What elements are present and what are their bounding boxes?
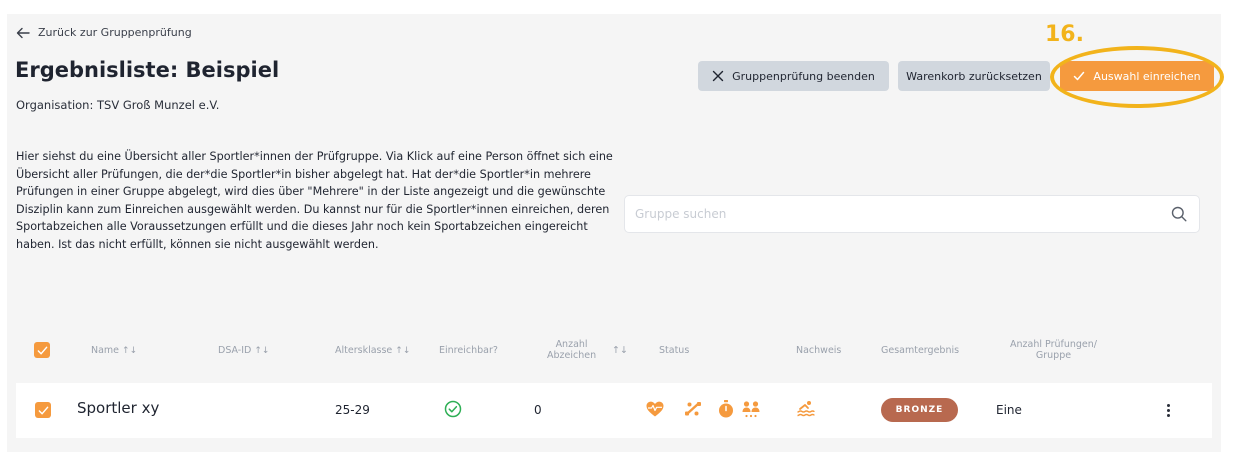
column-header-name[interactable]: Name ↑↓ — [91, 345, 137, 356]
submit-selection-button[interactable]: Auswahl einreichen — [1060, 61, 1214, 91]
check-icon — [37, 346, 47, 354]
column-anzahl-line2: Abzeichen — [547, 350, 597, 361]
column-pruefungen-line2: Gruppe — [1035, 350, 1072, 361]
column-anzahl-line1: Anzahl — [555, 339, 588, 350]
submit-selection-label: Auswahl einreichen — [1093, 69, 1201, 83]
athlete-anzahl-abzeichen: 0 — [534, 403, 542, 417]
swimming-icon — [797, 401, 815, 417]
dot — [1166, 408, 1170, 412]
athlete-altersklasse: 25-29 — [335, 403, 370, 417]
column-header-nachweis: Nachweis — [796, 345, 842, 356]
table-row[interactable] — [16, 383, 1212, 438]
page-title: Ergebnisliste: Beispiel — [15, 58, 280, 82]
check-icon — [1074, 71, 1085, 81]
column-header-gesamtergebnis: Gesamtergebnis — [881, 345, 960, 356]
select-all-checkbox[interactable] — [34, 342, 50, 358]
search-icon[interactable] — [1171, 206, 1187, 222]
column-header-status: Status — [659, 345, 690, 356]
column-pruefungen-line1: Anzahl Prüfungen/ — [1010, 339, 1097, 350]
sort-icon: ↑↓ — [254, 346, 270, 356]
stopwatch-icon — [719, 400, 733, 418]
sort-icon: ↑↓ — [122, 346, 138, 356]
column-header-anzahl[interactable]: Anzahl Abzeichen — [547, 339, 596, 361]
heart-pulse-icon — [646, 401, 664, 417]
sort-icon: ↑↓ — [395, 346, 411, 356]
dot — [1166, 403, 1170, 407]
arrow-left-icon — [16, 27, 30, 38]
column-einreichbar-label: Einreichbar? — [439, 345, 498, 356]
sort-icon[interactable]: ↑↓ — [612, 345, 628, 356]
organisation-label: Organisation: TSV Groß Munzel e.V. — [16, 98, 220, 112]
athlete-name[interactable]: Sportler xy — [77, 399, 159, 417]
check-circle-icon — [444, 400, 462, 418]
column-dsa-id-label: DSA-ID — [218, 345, 252, 356]
back-link[interactable]: Zurück zur Gruppenprüfung — [16, 26, 192, 39]
athlete-anzahl-pruefungen: Eine — [996, 403, 1022, 417]
group-search-input[interactable] — [635, 196, 1155, 232]
column-altersklasse-label: Altersklasse — [335, 345, 393, 356]
row-menu-icon[interactable] — [1163, 400, 1173, 420]
column-header-altersklasse[interactable]: Altersklasse ↑↓ — [335, 345, 410, 356]
step-annotation: 16. — [1045, 22, 1084, 47]
reset-cart-button[interactable]: Warenkorb zurücksetzen — [898, 61, 1050, 91]
dot — [1166, 413, 1170, 417]
column-name-label: Name — [91, 345, 120, 356]
search-box — [624, 195, 1200, 233]
description-text: Hier siehst du eine Übersicht aller Spor… — [16, 150, 613, 251]
column-header-anzahl-pruefungen: Anzahl Prüfungen/ Gruppe — [1010, 339, 1097, 361]
result-badge: BRONZE — [881, 398, 958, 422]
coordination-icon — [742, 401, 760, 418]
check-icon — [38, 406, 48, 414]
column-header-dsa-id[interactable]: DSA-ID ↑↓ — [218, 345, 269, 356]
end-group-test-label: Gruppenprüfung beenden — [732, 69, 875, 83]
end-group-test-button[interactable]: Gruppenprüfung beenden — [698, 61, 889, 91]
reset-cart-label: Warenkorb zurücksetzen — [906, 69, 1042, 83]
strength-icon — [685, 402, 701, 416]
back-link-label: Zurück zur Gruppenprüfung — [38, 26, 192, 39]
row-select-checkbox[interactable] — [35, 402, 51, 418]
close-icon — [712, 70, 724, 82]
column-header-einreichbar: Einreichbar? — [439, 345, 498, 356]
